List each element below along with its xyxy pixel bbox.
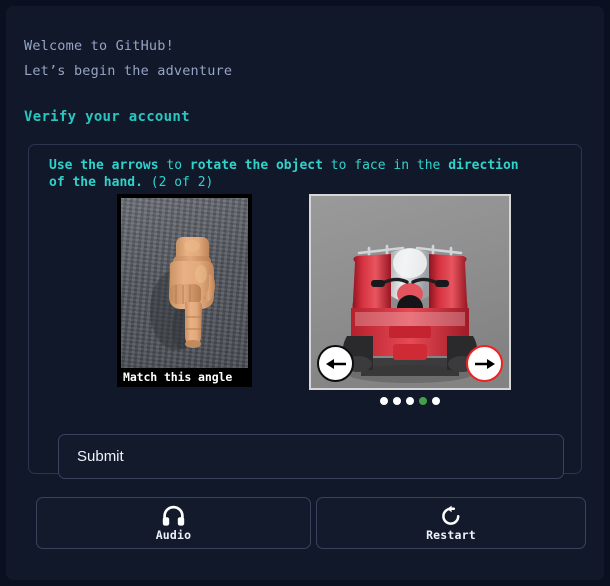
restart-icon [442,505,460,525]
greeting-block: Welcome to GitHub! Let’s begin the adven… [6,6,604,84]
hand-caption: Match this angle [121,368,248,387]
stimulus-row: Match this angle [29,194,581,405]
audio-button-label: Audio [155,527,192,542]
progress-dot [432,397,440,405]
instruction-text: Use the arrows to rotate the object to f… [29,145,529,191]
hand-reference-panel: Match this angle [117,194,252,387]
greeting-line-2: Let’s begin the adventure [24,63,233,79]
audio-button[interactable]: Audio [36,497,311,549]
rotate-right-button[interactable] [466,345,503,382]
arrow-right-icon [474,358,495,369]
instruction-reg-2: to face in the [322,158,449,173]
submit-button[interactable]: Submit [58,434,564,479]
rotate-left-button[interactable] [317,345,354,382]
instruction-reg-3: (2 of 2) [142,174,214,190]
progress-dot [393,397,401,405]
progress-dot-active [419,397,427,405]
instruction-reg-1: to [158,158,190,173]
headphones-icon [162,505,185,526]
arrow-left-icon [325,358,346,369]
app-window: Welcome to GitHub! Let’s begin the adven… [6,6,604,580]
restart-button[interactable]: Restart [316,497,586,549]
verify-heading: Verify your account [24,109,190,125]
verify-card: Use the arrows to rotate the object to f… [28,144,582,474]
progress-dots [309,397,511,405]
progress-dot [380,397,388,405]
pointing-hand-down-icon [121,198,248,368]
restart-button-label: Restart [426,527,476,542]
instruction-bold-2: rotate the object [189,158,323,173]
greeting-line-1: Welcome to GitHub! [24,38,174,54]
object-panel [309,194,511,390]
progress-dot [406,397,414,405]
instruction-bold-1: Use the arrows [49,158,159,173]
